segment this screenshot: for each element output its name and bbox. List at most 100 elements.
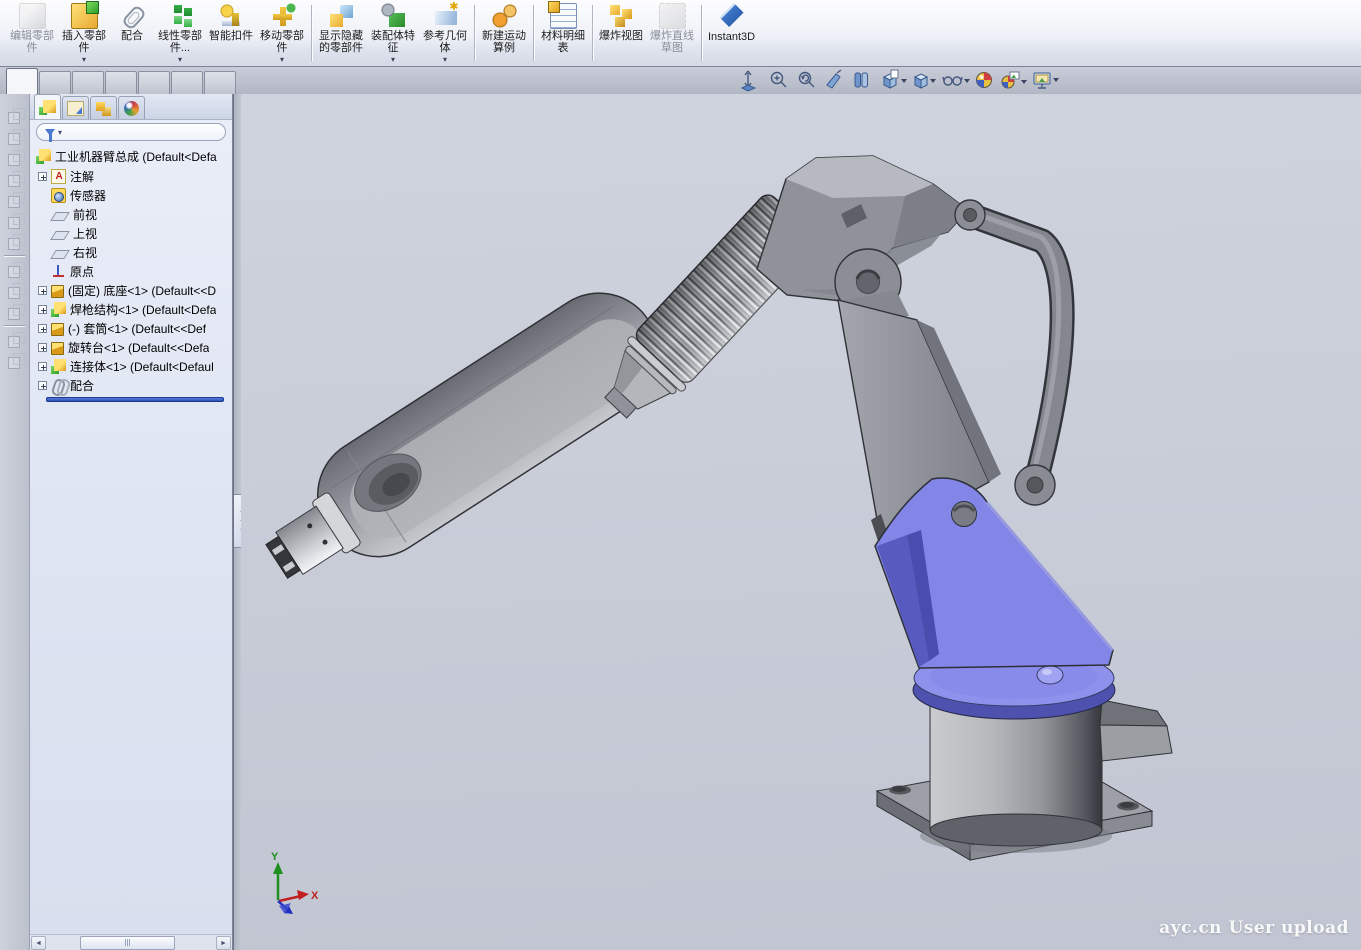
tree-item-origin[interactable]: 原点 — [36, 262, 232, 281]
tree-horizontal-scrollbar[interactable]: ◄ ► — [30, 934, 232, 950]
show-hidden-components-button[interactable]: 显示隐藏的零部件 ▾ — [315, 2, 367, 65]
base-fin[interactable] — [1100, 700, 1172, 761]
component-link-icon[interactable] — [5, 302, 25, 321]
linear-component-pattern-button[interactable]: 线性零部件... ▾ — [154, 2, 206, 65]
toolbar-button-icon — [19, 3, 46, 29]
view-right-icon[interactable] — [5, 169, 25, 188]
tree-item-base[interactable]: (固定) 底座<1> (Default<<D — [36, 281, 232, 300]
hide-show-items-icon[interactable] — [943, 77, 970, 85]
previous-view-icon[interactable] — [800, 73, 815, 88]
expand-toggle[interactable] — [38, 343, 47, 352]
view-top-icon[interactable] — [5, 190, 25, 209]
edit-appearance-icon[interactable] — [977, 73, 992, 88]
expand-toggle[interactable] — [38, 305, 47, 314]
expand-toggle[interactable] — [38, 362, 47, 371]
expand-toggle[interactable] — [38, 324, 47, 333]
explode-line-sketch-button[interactable]: 爆炸直线草图 ▾ — [646, 2, 698, 65]
solidworks-window: 编辑零部件 ▾ 插入零部件 ▾ 配合 ▾ 线性零部件... ▾ 智能扣件 ▾ 移… — [0, 0, 1361, 950]
dropdown-caret-icon[interactable]: ▾ — [391, 56, 395, 64]
dropdown-caret-icon[interactable]: ▾ — [443, 56, 447, 64]
dropdown-caret-icon[interactable]: ▾ — [82, 56, 86, 64]
tree-item-annotations[interactable]: 注解 — [36, 167, 232, 186]
tree-item-icon — [51, 378, 66, 393]
tree-item-rotary-table[interactable]: 旋转台<1> (Default<<Defa — [36, 338, 232, 357]
instant3d-button[interactable]: Instant3D ▾ — [705, 2, 758, 65]
toolbar-button-label: 新建运动算例 — [481, 30, 527, 54]
tree-item-icon — [51, 188, 66, 203]
view-settings-icon[interactable] — [1034, 73, 1059, 88]
zoom-to-area-icon[interactable] — [772, 73, 787, 88]
3d-sketch-icon[interactable] — [5, 281, 25, 300]
new-motion-study-button[interactable]: 新建运动算例 ▾ — [478, 2, 530, 65]
section-view-icon[interactable] — [827, 70, 841, 88]
paste-appearance-icon[interactable] — [5, 351, 25, 370]
filter-caret-icon[interactable]: ▾ — [58, 128, 62, 137]
exploded-view-button[interactable]: 爆炸视图 ▾ — [596, 2, 646, 65]
view-isometric-icon[interactable] — [5, 232, 25, 251]
tree-item-icon — [50, 231, 70, 240]
toolbar-button-label: 移动零部件 — [259, 30, 305, 54]
base-cylinder[interactable] — [920, 698, 1112, 853]
view-back-icon[interactable] — [5, 127, 25, 146]
toolbar-button-icon — [491, 3, 518, 29]
copy-appearance-icon[interactable] — [5, 330, 25, 349]
edit-component-button[interactable]: 编辑零部件 ▾ — [6, 2, 58, 65]
tree-item-sleeve[interactable]: (-) 套筒<1> (Default<<Def — [36, 319, 232, 338]
view-bottom-icon[interactable] — [5, 211, 25, 230]
dropdown-caret-icon[interactable]: ▾ — [280, 56, 284, 64]
dropdown-caret-icon[interactable]: ▾ — [178, 56, 182, 64]
expand-toggle[interactable] — [38, 172, 47, 181]
expand-toggle[interactable] — [38, 381, 47, 390]
scrollbar-thumb[interactable] — [80, 936, 175, 950]
robot-arm-model[interactable]: Y X — [241, 94, 1361, 950]
tab-evaluate[interactable] — [105, 71, 137, 94]
tree-item-right-plane[interactable]: 右视 — [36, 243, 232, 262]
heads-up-view-toolbar — [740, 69, 1080, 93]
rotary-bracket[interactable] — [875, 478, 1113, 668]
view-modes-icon[interactable] — [915, 74, 936, 88]
displaymanager-tab[interactable] — [118, 96, 145, 119]
rollback-bar[interactable] — [46, 397, 224, 402]
tree-filter-input[interactable]: ▾ — [36, 123, 226, 141]
forearm-body[interactable] — [244, 271, 681, 612]
view-orientation-icon[interactable] — [855, 73, 868, 87]
bill-of-materials-button[interactable]: 材料明细表 ▾ — [537, 2, 589, 65]
graphics-viewport[interactable]: Y X ayc.cn User upload — [241, 94, 1361, 950]
tree-item-front-plane[interactable]: 前视 — [36, 205, 232, 224]
zoom-to-fit-icon[interactable] — [742, 71, 755, 91]
scroll-right-arrow[interactable]: ► — [216, 936, 231, 950]
mate-button[interactable]: 配合 ▾ — [110, 2, 154, 65]
tree-item-weld-gun-structure[interactable]: 焊枪结构<1> (Default<Defa — [36, 300, 232, 319]
view-front-icon[interactable] — [5, 106, 25, 125]
reference-geometry-button[interactable]: 参考几何体 ▾ — [419, 2, 471, 65]
tree-item-label: 焊枪结构<1> (Default<Defa — [70, 301, 216, 318]
tab-simulation[interactable] — [204, 71, 236, 94]
tree-item-top-plane[interactable]: 上视 — [36, 224, 232, 243]
toolbar-button-label: 材料明细表 — [540, 30, 586, 54]
sketch-icon[interactable] — [5, 260, 25, 279]
panel-splitter[interactable]: ◄◄◄ — [233, 94, 241, 950]
assembly-features-button[interactable]: 装配体特征 ▾ — [367, 2, 419, 65]
tab-sketch[interactable] — [72, 71, 104, 94]
tab-assembly[interactable] — [6, 68, 38, 94]
tree-item-connector[interactable]: 连接体<1> (Default<Defaul — [36, 357, 232, 376]
tab-office-products[interactable] — [138, 71, 170, 94]
tree-item-mates[interactable]: 配合 — [36, 376, 232, 395]
smart-fasteners-button[interactable]: 智能扣件 ▾ — [206, 2, 256, 65]
tree-item-sensors[interactable]: 传感器 — [36, 186, 232, 205]
toolbar-button-label: 配合 — [121, 30, 143, 42]
display-style-icon[interactable] — [884, 70, 907, 88]
tree-root-assembly[interactable]: 工业机器臂总成 (Default<Defa — [36, 147, 232, 166]
propertymanager-tab[interactable] — [62, 96, 89, 119]
insert-component-button[interactable]: 插入零部件 ▾ — [58, 2, 110, 65]
configurationmanager-tab[interactable] — [90, 96, 117, 119]
view-left-icon[interactable] — [5, 148, 25, 167]
tab-flow-simulation[interactable] — [171, 71, 203, 94]
toolbar-button-icon — [119, 3, 146, 29]
expand-toggle[interactable] — [38, 286, 47, 295]
tab-layout[interactable] — [39, 71, 71, 94]
scroll-left-arrow[interactable]: ◄ — [31, 936, 46, 950]
apply-scene-icon[interactable] — [1002, 72, 1027, 88]
move-component-button[interactable]: 移动零部件 ▾ — [256, 2, 308, 65]
featuremanager-tab[interactable] — [34, 94, 61, 119]
